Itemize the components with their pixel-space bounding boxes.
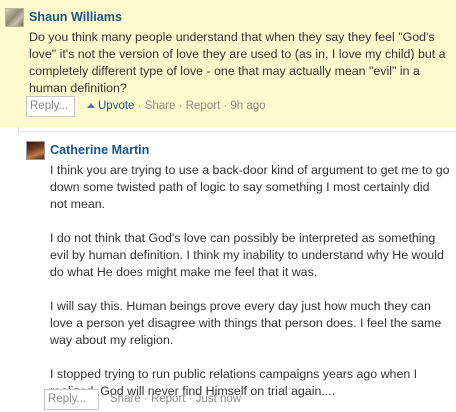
reply-input[interactable]: Reply... [26, 96, 75, 117]
comment-paragraph: I think you are trying to use a back-doo… [50, 163, 450, 211]
separator: · [143, 393, 148, 405]
action-links: Share · Report · Just now [110, 393, 241, 406]
timestamp[interactable]: Just now [196, 393, 241, 405]
separator: · [188, 393, 193, 405]
comment-actions: Reply... Share · Report · Just now [44, 389, 454, 411]
report-link[interactable]: Report [186, 100, 221, 112]
separator: · [137, 100, 142, 112]
timestamp[interactable]: 9h ago [230, 100, 265, 112]
avatar[interactable] [26, 141, 45, 160]
report-link[interactable]: Report [151, 393, 186, 405]
separator: · [223, 100, 228, 112]
share-link[interactable]: Share [145, 100, 176, 112]
comment-actions: Reply... Upvote · Share · Report · 9h ag… [26, 96, 456, 118]
avatar[interactable] [5, 8, 24, 27]
comment-paragraph: I will say this. Human beings prove ever… [50, 299, 442, 347]
reply-input[interactable]: Reply... [44, 389, 99, 410]
action-links: Upvote · Share · Report · 9h ago [87, 100, 266, 113]
comment-text: I think you are trying to use a back-doo… [50, 162, 450, 400]
comment-text: Do you think many people understand that… [29, 30, 446, 95]
upvote-button[interactable]: Upvote [98, 100, 134, 112]
upvote-arrow-icon[interactable] [87, 103, 95, 108]
comment-paragraph: I do not think that God's love can possi… [50, 231, 444, 279]
share-link[interactable]: Share [110, 393, 141, 405]
comment-author-link[interactable]: Shaun Williams [29, 10, 122, 25]
divider [18, 131, 456, 132]
separator: · [178, 100, 183, 112]
comment-author-link[interactable]: Catherine Martin [50, 143, 149, 158]
parent-comment: Shaun Williams Do you think many people … [0, 0, 456, 127]
